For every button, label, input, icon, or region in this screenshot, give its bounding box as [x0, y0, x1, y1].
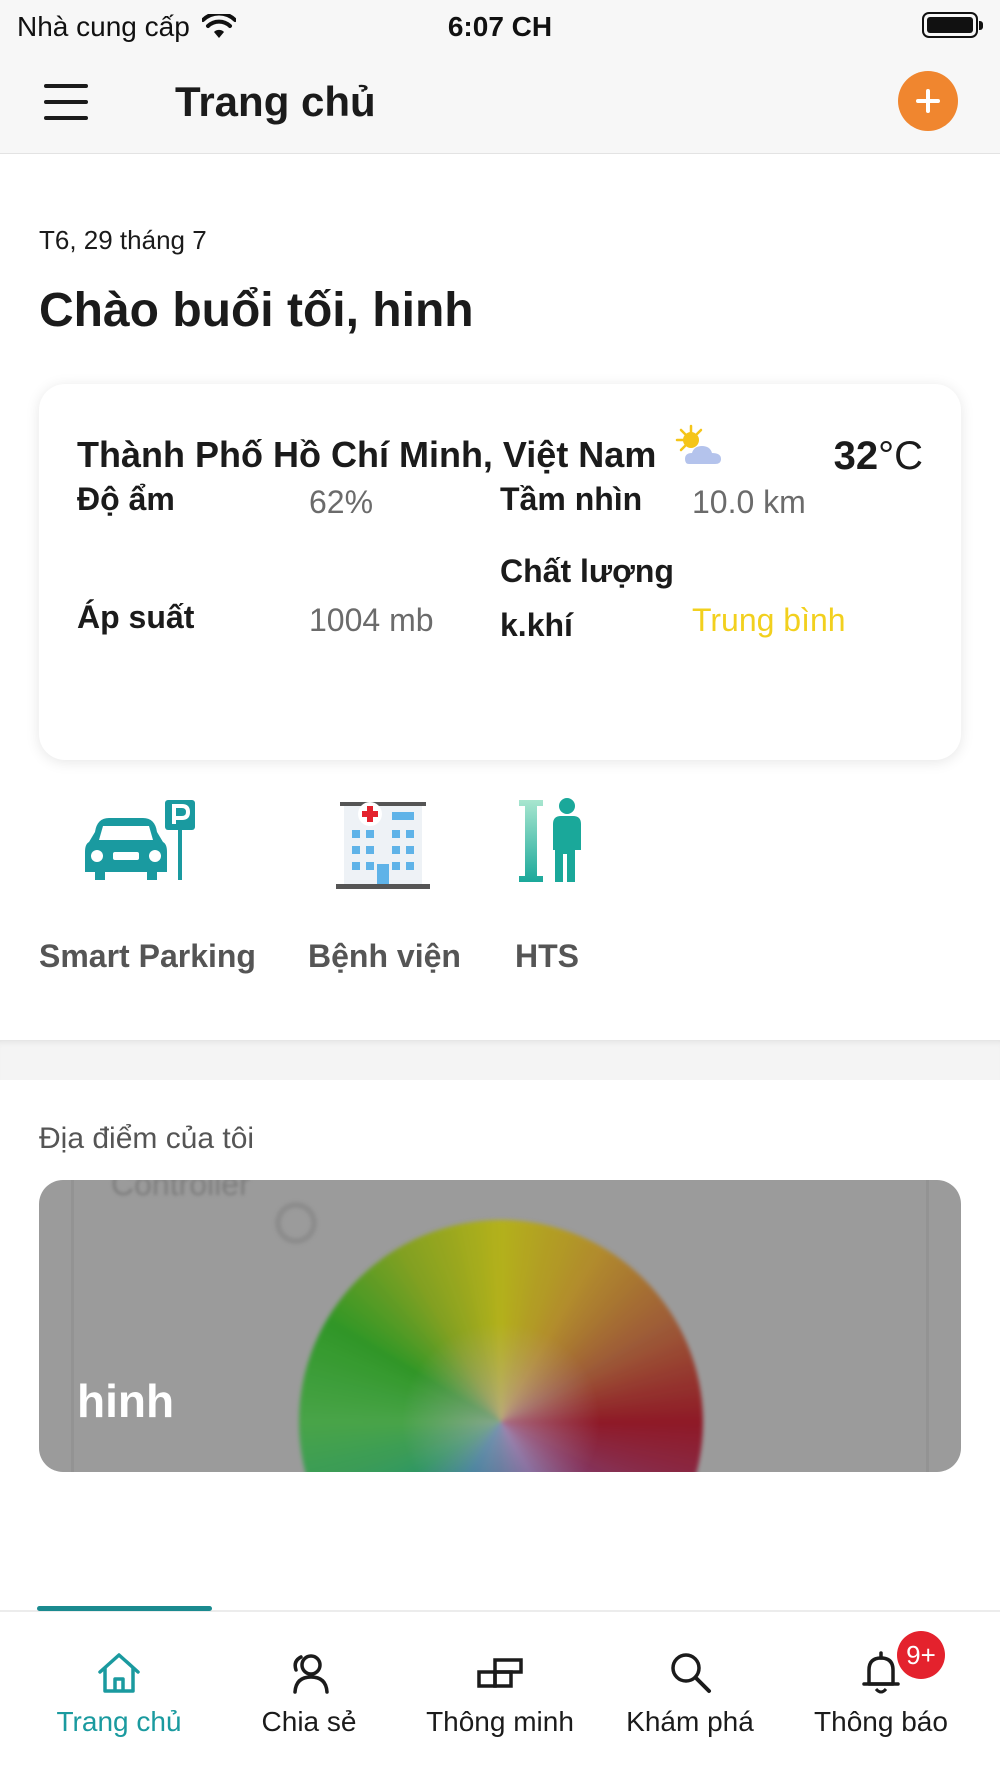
- hospital-icon: [336, 802, 430, 889]
- places-section-title: Địa điểm của tôi: [39, 1122, 255, 1155]
- tab-home[interactable]: Trang chủ: [19, 1648, 219, 1758]
- shortcut-hts[interactable]: HTS: [515, 796, 745, 986]
- shortcut-label: Bệnh viện: [308, 938, 461, 974]
- visibility-label: Tầm nhìn: [500, 481, 643, 517]
- page-title: Trang chủ: [175, 78, 376, 125]
- background-image-edge: [71, 1180, 74, 1472]
- share-user-icon: [293, 1654, 329, 1694]
- air-quality-label: Chất lượng k.khí: [500, 544, 674, 652]
- tab-label: Khám phá: [626, 1706, 754, 1737]
- current-date: T6, 29 tháng 7: [39, 225, 207, 255]
- tab-share[interactable]: Chia sẻ: [209, 1648, 409, 1758]
- tab-label: Trang chủ: [56, 1706, 182, 1737]
- temperature-unit: °C: [878, 434, 923, 478]
- shortcut-label: HTS: [515, 938, 579, 974]
- active-tab-indicator: [37, 1606, 212, 1611]
- shortcut-label: Smart Parking: [39, 938, 256, 974]
- air-quality-value: Trung bình: [692, 602, 846, 638]
- status-bar: Nhà cung cấp 6:07 CH: [0, 0, 1000, 54]
- background-image-edge: [926, 1180, 929, 1472]
- weather-card[interactable]: Thành Phố Hồ Chí Minh, Việt Nam 32°C Độ …: [39, 384, 961, 760]
- temperature: 32°C: [834, 434, 923, 479]
- shortcut-smart-parking[interactable]: Smart Parking: [39, 796, 269, 986]
- app-header: Trang chủ: [0, 54, 1000, 154]
- bottom-nav: Trang chủ Chia sẻ Thông minh Khám phá 9+…: [0, 1606, 1000, 1778]
- tab-smart[interactable]: Thông minh: [400, 1648, 600, 1758]
- pressure-label: Áp suất: [77, 599, 195, 635]
- battery-icon: [922, 12, 983, 38]
- home-icon: [98, 1653, 140, 1693]
- visibility-value: 10.0 km: [692, 484, 806, 520]
- search-icon: [671, 1653, 711, 1693]
- clock: 6:07 CH: [447, 11, 553, 42]
- hts-logo-icon: [519, 798, 581, 882]
- greeting-text: Chào buổi tối, hinh: [39, 284, 474, 337]
- partly-cloudy-icon: [675, 424, 721, 464]
- temperature-value: 32: [833, 434, 879, 478]
- tab-explore[interactable]: Khám phá: [590, 1648, 790, 1758]
- parking-car-icon: [85, 800, 195, 880]
- humidity-label: Độ ẩm: [77, 481, 175, 517]
- place-name: hinh: [77, 1375, 175, 1427]
- shortcut-hospital[interactable]: Bệnh viện: [308, 796, 538, 986]
- pressure-value: 1004 mb: [309, 602, 434, 638]
- add-button[interactable]: [898, 71, 958, 131]
- tab-notifications[interactable]: 9+ Thông báo: [781, 1631, 981, 1758]
- section-divider: [0, 1040, 1000, 1080]
- smart-blocks-icon: [477, 1658, 523, 1688]
- background-image-text: Controller: [111, 1180, 250, 1202]
- place-card[interactable]: Controller hinh: [39, 1180, 961, 1472]
- humidity-value: 62%: [309, 484, 374, 520]
- air-quality-label-line2: k.khí: [500, 607, 573, 643]
- tab-label: Thông minh: [426, 1706, 574, 1737]
- weather-location: Thành Phố Hồ Chí Minh, Việt Nam: [77, 434, 657, 475]
- air-quality-label-line1: Chất lượng: [500, 553, 674, 589]
- background-image-ring: [275, 1202, 317, 1244]
- tab-label: Thông báo: [814, 1706, 948, 1737]
- tab-label: Chia sẻ: [261, 1706, 357, 1737]
- hamburger-menu-icon[interactable]: [44, 80, 88, 124]
- notification-badge: 9+: [897, 1631, 945, 1679]
